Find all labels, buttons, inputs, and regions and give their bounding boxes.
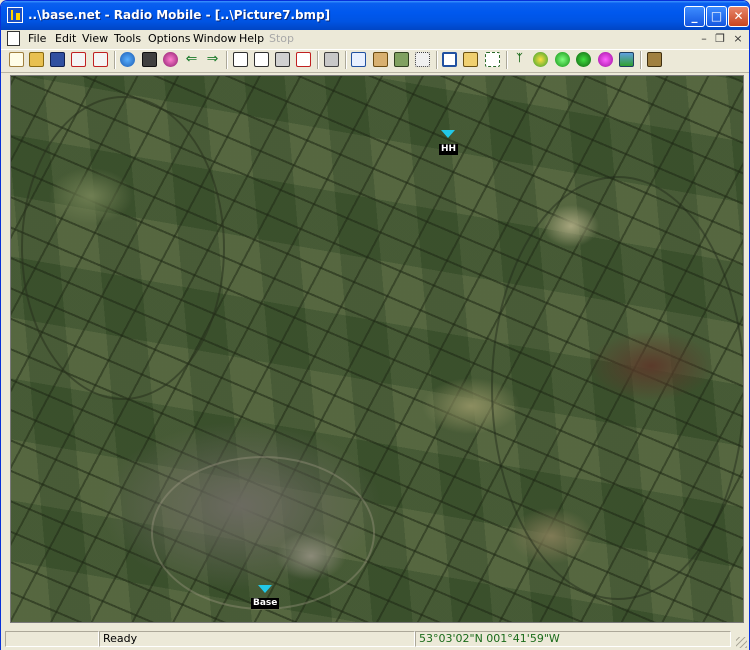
toolbar-separator: [226, 51, 228, 69]
site-label-hh[interactable]: HH: [439, 144, 459, 155]
map-view[interactable]: HH Base: [10, 75, 744, 623]
new-icon[interactable]: [9, 52, 24, 67]
search-icon[interactable]: [163, 52, 178, 67]
coverage-icon[interactable]: [555, 52, 570, 67]
status-bar: Ready 53°03'02"N 001°41'59"W: [1, 628, 749, 650]
lookup-icon[interactable]: [463, 52, 478, 67]
map-properties-icon[interactable]: [233, 52, 248, 67]
fit-icon[interactable]: [485, 52, 500, 67]
menu-view[interactable]: View: [82, 32, 108, 45]
title-bar[interactable]: ..\base.net - Radio Mobile - [..\Picture…: [1, 1, 749, 30]
map-feature: [21, 96, 225, 400]
site-label-base[interactable]: Base: [251, 598, 280, 609]
menu-file[interactable]: File: [28, 32, 46, 45]
menu-window[interactable]: Window: [193, 32, 236, 45]
status-pane-empty: [5, 631, 99, 647]
world-icon[interactable]: [120, 52, 135, 67]
main-window: ..\base.net - Radio Mobile - [..\Picture…: [0, 0, 750, 650]
site-marker-hh[interactable]: [441, 130, 455, 138]
minimize-button[interactable]: _: [684, 6, 705, 27]
print-icon[interactable]: [324, 52, 339, 67]
window-icon[interactable]: [442, 52, 457, 67]
save-icon[interactable]: [50, 52, 65, 67]
status-coordinates: 53°03'02"N 001°41'59"W: [415, 631, 731, 647]
menu-stop: Stop: [269, 32, 295, 45]
merge-icon[interactable]: [394, 52, 409, 67]
toolbar-separator: [640, 51, 642, 69]
close-button[interactable]: ✕: [728, 6, 749, 27]
map-open-icon[interactable]: [254, 52, 269, 67]
copy-icon[interactable]: [351, 52, 366, 67]
site-marker-base[interactable]: [258, 585, 272, 593]
mdi-close-icon[interactable]: ×: [731, 32, 745, 46]
map-feature: [491, 176, 743, 600]
toolbar-separator: [506, 51, 508, 69]
document-icon[interactable]: [7, 31, 20, 46]
toolbar-separator: [436, 51, 438, 69]
arrow-right-icon[interactable]: ⇒: [205, 52, 220, 67]
color-icon[interactable]: [598, 52, 613, 67]
mdi-minimize-icon[interactable]: –: [697, 32, 711, 46]
combined-coverage-icon[interactable]: [576, 52, 591, 67]
unit-properties-icon[interactable]: [93, 52, 108, 67]
toolbar-separator: [345, 51, 347, 69]
toolbar-separator: [317, 51, 319, 69]
exit-icon[interactable]: [647, 52, 662, 67]
arrow-left-icon[interactable]: ⇐: [184, 52, 199, 67]
menu-help[interactable]: Help: [239, 32, 264, 45]
network-properties-icon[interactable]: [71, 52, 86, 67]
toolbar-separator: [114, 51, 116, 69]
radio-link-icon[interactable]: ᛉ: [512, 52, 527, 67]
menu-tools[interactable]: Tools: [114, 32, 141, 45]
status-text: Ready: [99, 631, 415, 647]
paste-icon[interactable]: [373, 52, 388, 67]
disk-icon[interactable]: [142, 52, 157, 67]
maximize-button[interactable]: □: [706, 6, 727, 27]
polar-plot-icon[interactable]: [533, 52, 548, 67]
window-title: ..\base.net - Radio Mobile - [..\Picture…: [28, 8, 331, 22]
grid-icon[interactable]: [415, 52, 430, 67]
menu-edit[interactable]: Edit: [55, 32, 76, 45]
menu-options[interactable]: Options: [148, 32, 190, 45]
map-print-icon[interactable]: [296, 52, 311, 67]
open-icon[interactable]: [29, 52, 44, 67]
map-save-icon[interactable]: [275, 52, 290, 67]
resize-grip[interactable]: [736, 637, 747, 648]
picture-icon[interactable]: [619, 52, 634, 67]
app-icon[interactable]: [7, 7, 23, 23]
mdi-restore-icon[interactable]: ❐: [713, 32, 727, 46]
